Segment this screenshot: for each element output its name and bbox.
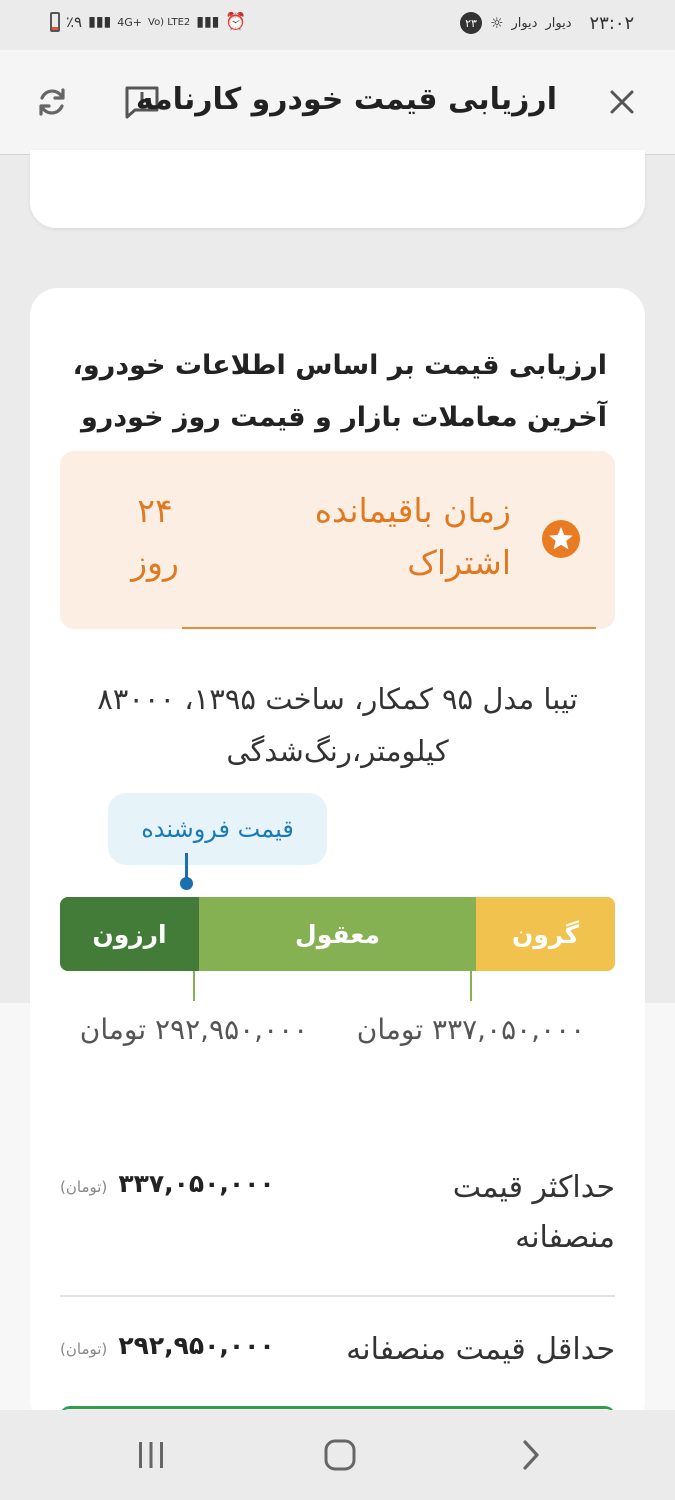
min-fair-price-value: ۲۹۲,۹۵۰,۰۰۰	[118, 1331, 275, 1360]
battery-icon	[50, 12, 60, 32]
close-icon	[610, 90, 634, 114]
status-right: ۲۳ ☼ دیوار دیوار ۲۳:۰۲	[460, 12, 634, 34]
min-fair-price-value-group: ۲۹۲,۹۵۰,۰۰۰ (تومان)	[60, 1331, 275, 1360]
clock: ۲۳:۰۲	[589, 12, 635, 34]
network-2: Vo) LTE2	[148, 16, 191, 28]
subscription-underline	[182, 627, 596, 629]
back-icon	[523, 1440, 539, 1470]
alarm-icon: ⏰	[225, 12, 247, 32]
seller-price-marker	[180, 877, 193, 890]
subscription-box: زمان باقیمانده اشتراک ۲۴ روز	[60, 451, 615, 629]
battery-text: ٪۹	[66, 13, 83, 31]
app-bar: ارزیابی قیمت خودرو کارنامه	[0, 50, 675, 155]
recents-icon	[139, 1442, 163, 1468]
max-fair-price-label: حداکثر قیمت منصفانه	[452, 1170, 615, 1255]
page-title: ارزیابی قیمت خودرو کارنامه	[135, 82, 557, 117]
row-divider	[60, 1295, 615, 1297]
home-icon	[324, 1439, 356, 1471]
weather-icon: ☼	[490, 14, 504, 32]
status-left: ٪۹ ▮▮▮ 4G+ Vo) LTE2 ▮▮▮ ⏰	[50, 12, 247, 32]
back-button[interactable]	[510, 1437, 550, 1473]
max-fair-price-value: ۳۳۷,۰۵۰,۰۰۰	[118, 1169, 275, 1198]
low-price-tick	[193, 971, 195, 1001]
low-price-label: ۲۹۲,۹۵۰,۰۰۰ تومان	[79, 1013, 309, 1046]
price-range-bar: ارزون معقول گرون	[60, 897, 615, 971]
subscription-label: زمان باقیمانده اشتراک	[314, 491, 511, 582]
refresh-button[interactable]	[28, 78, 76, 126]
seller-price-stem	[185, 853, 188, 879]
max-fair-price-row: حداکثر قیمت منصفانه ۳۳۷,۰۵۰,۰۰۰ (تومان)	[60, 1163, 615, 1263]
price-bar-cheap: ارزون	[60, 897, 199, 971]
previous-card	[30, 150, 645, 228]
high-price-tick	[470, 971, 472, 1001]
seller-price-bubble: قیمت فروشنده	[108, 793, 327, 865]
network-1: 4G+	[117, 15, 142, 29]
min-fair-price-label: حداقل قیمت منصفانه	[346, 1332, 615, 1367]
car-description: تیبا مدل ۹۵ کمکار، ساخت ۱۳۹۵، ۸۳۰۰۰ کیلو…	[97, 682, 578, 768]
signal-icon-2: ▮▮▮	[196, 14, 220, 30]
price-evaluation-card: ارزیابی قیمت بر اساس اطلاعات خودرو، آخری…	[30, 288, 645, 1428]
system-nav-bar	[0, 1410, 675, 1500]
card-heading: ارزیابی قیمت بر اساس اطلاعات خودرو، آخری…	[72, 350, 607, 433]
min-fair-price-row: حداقل قیمت منصفانه ۲۹۲,۹۵۰,۰۰۰ (تومان)	[60, 1325, 615, 1375]
max-fair-price-value-group: ۳۳۷,۰۵۰,۰۰۰ (تومان)	[60, 1169, 275, 1198]
notification-1: دیوار	[511, 15, 538, 31]
star-icon	[542, 520, 580, 558]
notification-count-badge: ۲۳	[460, 12, 482, 34]
price-bar-expensive: گرون	[476, 897, 615, 971]
subscription-remaining: ۲۴ روز	[131, 491, 179, 582]
price-bar-fair: معقول	[199, 897, 476, 971]
notification-2: دیوار	[545, 15, 572, 31]
signal-icon: ▮▮▮	[88, 14, 112, 30]
high-price-label: ۳۳۷,۰۵۰,۰۰۰ تومان	[356, 1013, 586, 1046]
recents-button[interactable]	[131, 1437, 171, 1473]
refresh-icon	[39, 88, 65, 116]
close-button[interactable]	[598, 78, 646, 126]
max-fair-price-unit: (تومان)	[60, 1178, 108, 1196]
min-fair-price-unit: (تومان)	[60, 1340, 108, 1358]
home-button[interactable]	[320, 1437, 360, 1473]
status-bar: ٪۹ ▮▮▮ 4G+ Vo) LTE2 ▮▮▮ ⏰ ۲۳ ☼ دیوار دیو…	[0, 0, 675, 50]
